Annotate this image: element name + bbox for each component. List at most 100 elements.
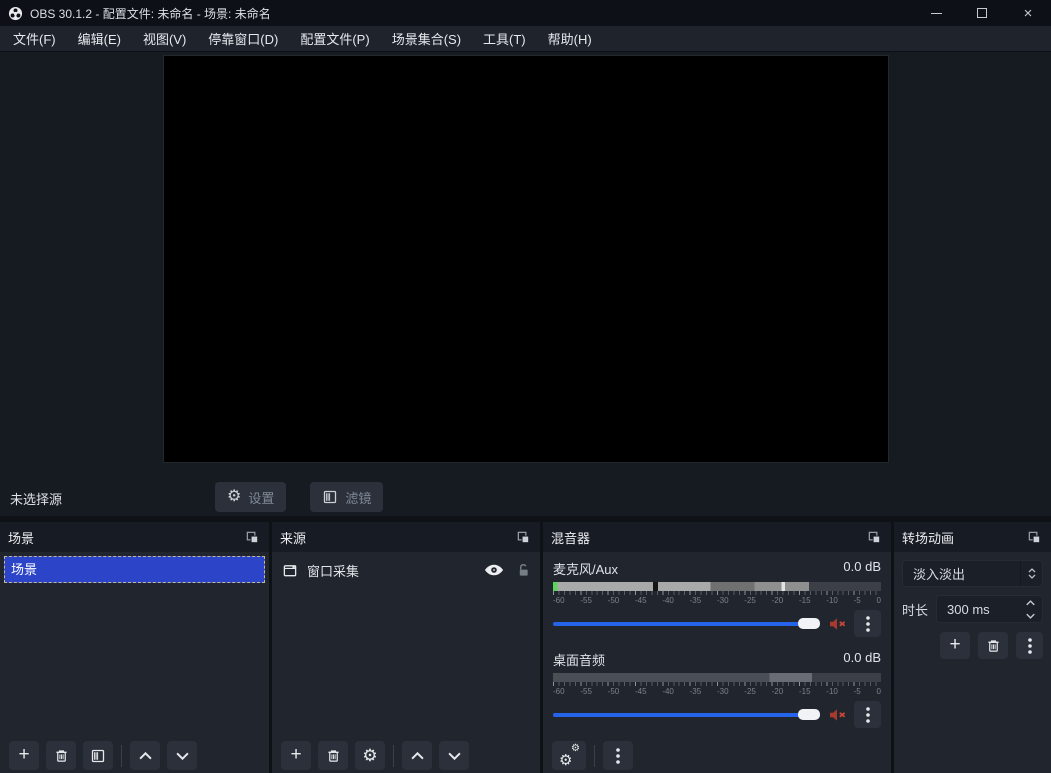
mute-speaker-icon[interactable] [828,708,848,722]
duration-label: 时长 [902,600,928,619]
meter-tick-label: 0 [877,687,881,696]
close-icon: × [1024,5,1033,22]
double-gear-icon: ⚙ ⚙ [559,747,579,765]
dock-popout-icon[interactable] [514,528,532,546]
move-scene-down-button[interactable] [167,741,197,770]
meter-tick-label: -15 [799,687,811,696]
move-source-up-button[interactable] [402,741,432,770]
mixer-options-button[interactable] [603,741,633,770]
meter-tick-label: -5 [854,687,861,696]
menu-docks[interactable]: 停靠窗口(D) [197,26,289,51]
transition-select[interactable]: 淡入淡出 [902,560,1043,587]
add-transition-button[interactable]: + [940,632,970,659]
duration-value: 300 ms [937,602,1018,617]
minimize-icon [931,13,942,14]
meter-tick-label: -50 [608,687,620,696]
volume-meter [553,673,881,682]
toolbar-separator [393,745,394,767]
menu-tools[interactable]: 工具(T) [472,26,537,51]
chevron-down-icon [1028,574,1036,579]
menu-view[interactable]: 视图(V) [132,26,197,51]
meter-tick-label: -55 [580,687,592,696]
meter-tick-label: -10 [826,596,838,605]
mixer-channel-mic: 麦克风/Aux 0.0 dB -60-55-50-45-40-35-30-25-… [553,559,881,637]
title-bar: OBS 30.1.2 - 配置文件: 未命名 - 场景: 未命名 × [0,0,1051,26]
window-capture-icon [282,563,298,578]
gear-icon: ⚙ [227,489,241,505]
ellipsis-vertical-icon [866,707,870,723]
ellipsis-vertical-icon [616,748,620,764]
slider-handle[interactable] [798,709,820,720]
meter-scale: -60-55-50-45-40-35-30-25-20-15-10-50 [553,687,881,696]
scene-list-item[interactable]: 场景 [4,556,265,583]
scene-name: 场景 [11,562,37,577]
sources-dock-title: 来源 [280,528,306,547]
volume-slider[interactable] [553,709,820,721]
mixer-channel-desktop: 桌面音频 0.0 dB -60-55-50-45-40-35-30-25-20-… [553,650,881,728]
transition-selected-value: 淡入淡出 [903,564,1020,583]
duration-step-down-button[interactable] [1018,609,1042,622]
chevron-up-icon [139,752,152,760]
chevron-down-icon [448,752,461,760]
meter-tick-label: -45 [635,596,647,605]
mixer-dock-title: 混音器 [551,528,590,547]
remove-source-button[interactable] [318,741,348,770]
filters-button-label: 滤镜 [345,488,371,507]
menu-scene-collection[interactable]: 场景集合(S) [381,26,472,51]
menu-edit[interactable]: 编辑(E) [67,26,132,51]
slider-fill [553,622,820,626]
dock-popout-icon[interactable] [865,528,883,546]
properties-button[interactable]: ⚙ 设置 [215,482,286,512]
channel-options-button[interactable] [854,701,881,728]
dock-popout-icon[interactable] [243,528,261,546]
preview-canvas[interactable] [163,55,889,463]
add-source-button[interactable]: + [281,741,311,770]
transition-options-button[interactable] [1016,632,1043,659]
menu-profile[interactable]: 配置文件(P) [289,26,380,51]
remove-transition-button[interactable] [978,632,1008,659]
main-area [0,52,1051,478]
meter-tick-label: -30 [717,687,729,696]
source-properties-button[interactable]: ⚙ [355,741,385,770]
volume-meter [553,582,881,591]
move-scene-up-button[interactable] [130,741,160,770]
gear-icon: ⚙ [362,747,377,764]
volume-slider[interactable] [553,618,820,630]
dock-popout-icon[interactable] [1025,528,1043,546]
meter-tick-label: -55 [580,596,592,605]
move-source-down-button[interactable] [439,741,469,770]
visibility-eye-icon[interactable] [484,564,504,576]
meter-tick-label: -25 [744,687,756,696]
meter-tick-label: -10 [826,687,838,696]
minimize-button[interactable] [913,0,959,26]
slider-fill [553,713,820,717]
menu-help[interactable]: 帮助(H) [537,26,603,51]
channel-options-button[interactable] [854,610,881,637]
filters-button[interactable]: 滤镜 [310,482,383,512]
obs-logo-icon [8,6,23,21]
duration-spinbox[interactable]: 300 ms [936,595,1043,623]
menu-file[interactable]: 文件(F) [2,26,67,51]
maximize-button[interactable] [959,0,1005,26]
toolbar-separator [594,745,595,767]
menu-bar: 文件(F) 编辑(E) 视图(V) 停靠窗口(D) 配置文件(P) 场景集合(S… [0,26,1051,52]
chevron-down-icon [1026,613,1035,619]
add-scene-button[interactable]: + [9,741,39,770]
source-toolbar: 未选择源 ⚙ 设置 滤镜 [0,478,1051,516]
channel-level-db: 0.0 dB [843,650,881,669]
source-list-item[interactable]: 窗口采集 [272,555,540,585]
slider-handle[interactable] [798,618,820,629]
chevron-up-icon [1026,600,1035,606]
remove-scene-button[interactable] [46,741,76,770]
duration-step-up-button[interactable] [1018,596,1042,609]
plus-icon: + [18,744,29,766]
close-button[interactable]: × [1005,0,1051,26]
meter-tick-label: -60 [553,596,565,605]
lock-icon[interactable] [517,563,530,578]
properties-button-label: 设置 [248,488,274,507]
scene-filters-button[interactable] [83,741,113,770]
meter-scale: -60-55-50-45-40-35-30-25-20-15-10-50 [553,596,881,605]
mute-speaker-icon[interactable] [828,617,848,631]
channel-name: 桌面音频 [553,650,605,669]
advanced-audio-button[interactable]: ⚙ ⚙ [552,741,586,770]
